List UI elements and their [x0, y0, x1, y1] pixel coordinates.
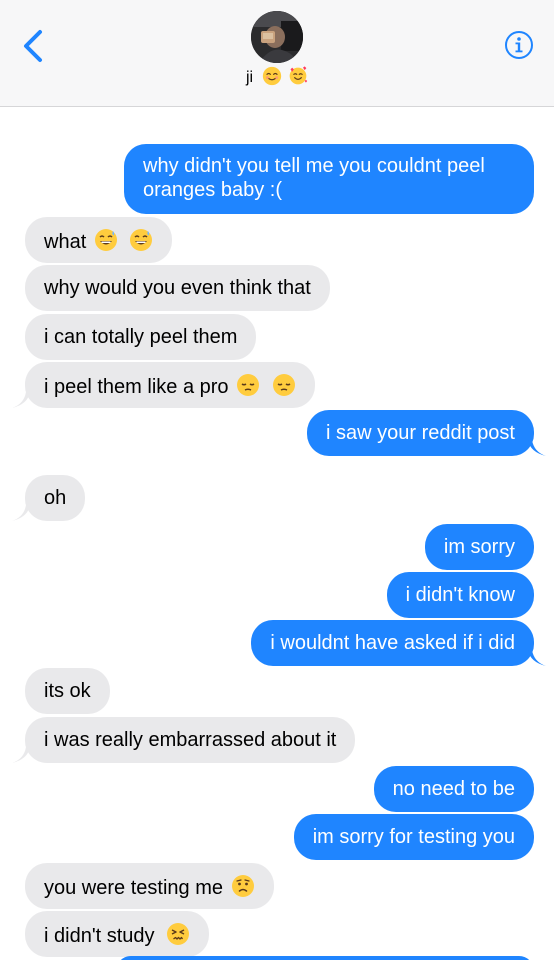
outgoing-message-bubble-partial[interactable] — [116, 956, 534, 960]
incoming-message-bubble[interactable]: its ok — [25, 668, 110, 714]
incoming-message-bubble[interactable]: you were testing me — [25, 863, 274, 909]
incoming-bubble-tail — [12, 747, 30, 763]
outgoing-message-bubble[interactable]: im sorry for testing you — [293, 814, 534, 860]
incoming-bubble-tail — [12, 392, 30, 408]
incoming-message-bubble[interactable]: i peel them like a pro — [25, 362, 315, 408]
contact-name[interactable]: ji — [0, 66, 554, 87]
message-text: what — [44, 231, 87, 253]
conversation-header: ji — [0, 0, 554, 107]
info-icon[interactable] — [504, 30, 534, 60]
message-text: oh — [44, 487, 67, 509]
message-text: why would you even think that — [44, 277, 311, 299]
outgoing-message-bubble[interactable]: i wouldnt have asked if i did — [251, 620, 534, 666]
message-text: i didn't know — [405, 584, 515, 606]
message-text: im sorry for testing you — [312, 826, 515, 848]
grinning-face-with-sweat-icon — [130, 229, 153, 251]
grinning-face-with-sweat-icon — [94, 229, 117, 251]
pensive-face-icon — [272, 374, 295, 396]
message-text: i peel them like a pro — [44, 376, 229, 398]
outgoing-message-bubble[interactable]: why didn't you tell me you couldnt peel … — [124, 144, 534, 214]
outgoing-bubble-tail — [528, 650, 546, 666]
message-text: why didn't you tell me you couldnt peel … — [143, 155, 485, 201]
confounded-face-icon — [167, 923, 190, 945]
incoming-message-bubble[interactable]: i was really embarrassed about it — [25, 717, 356, 763]
message-thread[interactable]: why didn't you tell me you couldnt peel … — [0, 107, 554, 960]
outgoing-bubble-tail — [528, 440, 546, 456]
smiling-face-with-hearts-icon — [289, 66, 308, 85]
outgoing-message-bubble[interactable]: im sorry — [424, 524, 534, 570]
message-text: its ok — [44, 680, 91, 702]
message-text: i wouldnt have asked if i did — [270, 632, 515, 654]
relieved-face-icon — [262, 66, 281, 86]
incoming-bubble-tail — [12, 505, 30, 521]
message-text: i can totally peel them — [44, 326, 238, 348]
worried-face-icon — [231, 875, 254, 897]
message-text: i saw your reddit post — [326, 422, 515, 444]
contact-name-text: ji — [245, 69, 254, 86]
incoming-message-bubble[interactable]: i can totally peel them — [25, 314, 257, 360]
pensive-face-icon — [237, 374, 260, 396]
back-chevron-icon[interactable] — [18, 28, 50, 64]
message-text: i was really embarrassed about it — [44, 729, 337, 751]
contact-avatar[interactable] — [251, 11, 303, 63]
message-text: no need to be — [392, 778, 515, 800]
message-text: you were testing me — [44, 877, 223, 899]
outgoing-message-bubble[interactable]: no need to be — [373, 766, 534, 812]
outgoing-message-bubble[interactable]: i saw your reddit post — [307, 410, 534, 456]
incoming-message-bubble[interactable]: i didn't study — [25, 911, 210, 957]
message-text: im sorry — [443, 536, 515, 558]
outgoing-message-bubble[interactable]: i didn't know — [386, 572, 534, 618]
incoming-message-bubble[interactable]: oh — [25, 475, 86, 521]
incoming-message-bubble[interactable]: what — [25, 217, 173, 263]
incoming-message-bubble[interactable]: why would you even think that — [25, 265, 330, 311]
message-text: i didn't study — [44, 925, 155, 947]
